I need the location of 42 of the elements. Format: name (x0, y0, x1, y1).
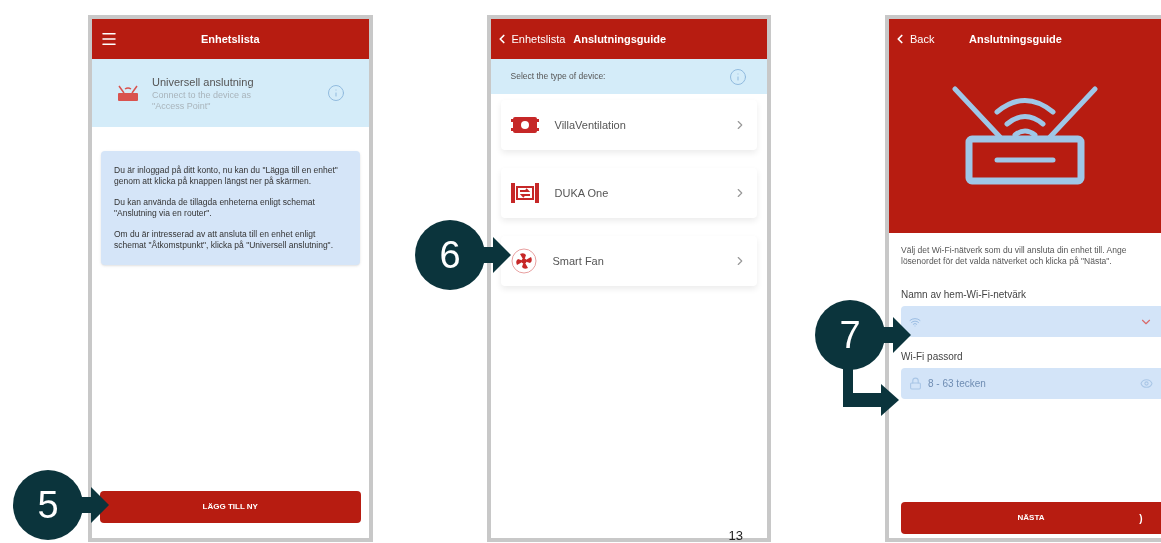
fan-icon (510, 248, 537, 274)
info-text: Du är inloggad på ditt konto, nu kan du "Lägga till en enhet" genom att klicka på knappen längst ner på skärmen. (114, 165, 339, 187)
header-title: Anslutningsguide (969, 31, 1062, 47)
instructions-text: Välj det Wi-Fi-nätverk som du vill ansluta din enhet till. Ange lösenordet för det valda nätverket och klicka på "Nästa". (900, 244, 1128, 267)
back-button[interactable]: Enhetslista (494, 30, 566, 48)
arrow-icon (79, 487, 109, 523)
arrow-icon (881, 317, 911, 353)
step-number: 6 (415, 220, 485, 290)
password-field[interactable]: 8 - 63 tecken (901, 368, 1161, 399)
back-button[interactable]: Back (893, 30, 935, 48)
lock-icon (909, 377, 922, 390)
device-name: VillaVentilation (554, 117, 627, 133)
next-button[interactable]: NÄSTA ) (901, 502, 1161, 534)
info-text: Om du är intresserad av att ansluta till en enhet enligt schemat "Åtkomstpunkt", klicka på "Universell anslutning". (114, 229, 334, 251)
info-text: Du kan använda de tillagda enheterna enligt schemat "Anslutning via en router". (114, 197, 316, 219)
next-arrow: ) (1138, 511, 1144, 526)
wifi-icon (909, 315, 921, 328)
info-icon[interactable] (729, 67, 747, 86)
device-name: Smart Fan (552, 253, 605, 269)
header-title: Anslutningsguide (573, 31, 667, 47)
device-name: DUKA One (554, 185, 610, 201)
device-type-item[interactable]: DUKA One (500, 168, 757, 218)
prompt-text: Select the type of device: (510, 70, 606, 83)
add-new-button[interactable]: LÄGG TILL NY (100, 491, 361, 523)
field-label: Namn av hem-Wi-Fi-netvärk (900, 288, 1028, 302)
ventilation-unit-icon (510, 182, 539, 204)
device-type-item[interactable]: Smart Fan (500, 236, 757, 286)
header-title: Enhetslista (200, 31, 260, 47)
device-type-item[interactable]: VillaVentilation (500, 100, 757, 150)
arrow-icon (481, 237, 511, 273)
field-label: Wi-Fi passord (900, 350, 964, 364)
item-title: Universell anslutning (152, 74, 255, 90)
password-input[interactable]: 8 - 63 tecken (928, 376, 1134, 391)
step-number: 5 (13, 470, 83, 540)
page-number: 13 (728, 529, 743, 542)
eye-icon (1140, 377, 1153, 390)
ventilation-unit-icon (510, 114, 539, 136)
network-select[interactable] (901, 306, 1161, 337)
menu-icon[interactable] (100, 30, 118, 48)
router-icon (116, 84, 140, 102)
info-icon[interactable] (326, 84, 345, 102)
step-number: 7 (815, 300, 885, 370)
